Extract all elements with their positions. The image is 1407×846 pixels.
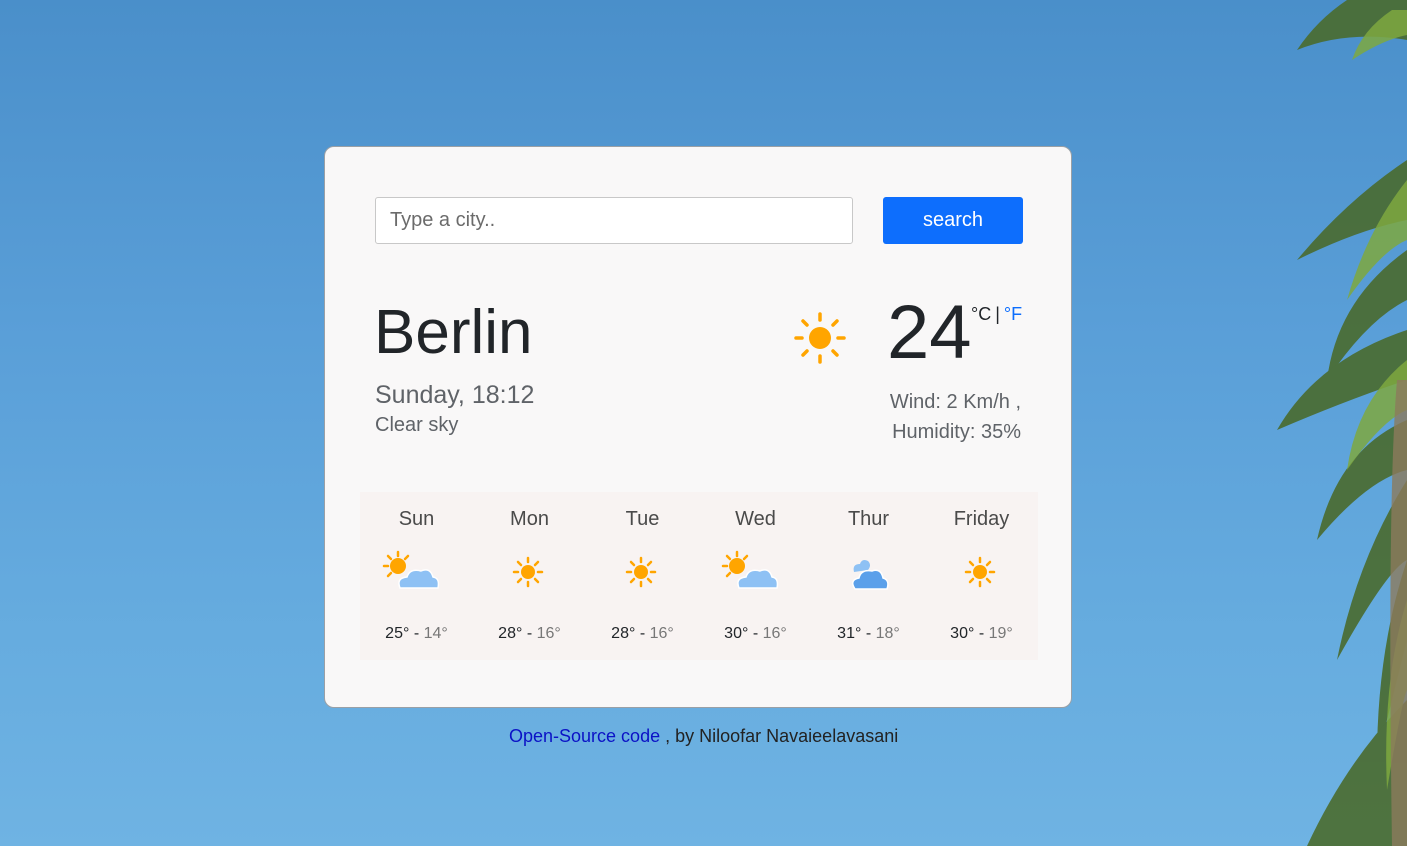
sun-icon <box>964 556 996 588</box>
forecast-row: Sun 25° - 14° Mon 28° - 16° Tue 28° - 16… <box>360 492 1038 660</box>
search-form: search <box>375 197 1023 244</box>
forecast-day: Wed 30° - 16° <box>699 492 812 660</box>
forecast-min: 19° <box>988 625 1013 642</box>
palm-tree-background <box>1277 0 1407 846</box>
forecast-sep: - <box>413 625 420 642</box>
forecast-max: 28° <box>611 625 636 642</box>
forecast-sep: - <box>978 625 985 642</box>
current-temperature: 24 <box>887 290 972 375</box>
fahrenheit-link[interactable]: °F <box>1004 304 1022 324</box>
unit-separator: | <box>995 304 1000 324</box>
forecast-temps: 28° - 16° <box>586 625 699 643</box>
sun-icon <box>794 312 846 364</box>
forecast-min: 16° <box>649 625 674 642</box>
forecast-min: 18° <box>875 625 900 642</box>
forecast-day: Tue 28° - 16° <box>586 492 699 660</box>
humidity: Humidity: 35% <box>892 421 1021 443</box>
forecast-temps: 30° - 19° <box>925 625 1038 643</box>
wind-speed: Wind: 2 Km/h , <box>889 391 1021 413</box>
forecast-sep: - <box>639 625 646 642</box>
forecast-max: 31° <box>837 625 862 642</box>
forecast-day-name: Sun <box>398 508 435 530</box>
forecast-temps: 31° - 18° <box>812 625 925 643</box>
forecast-day: Friday 30° - 19° <box>925 492 1038 660</box>
search-button[interactable]: search <box>883 197 1023 244</box>
forecast-min: 14° <box>423 625 448 642</box>
footer-credit: Open-Source code , by Niloofar Navaieela… <box>509 726 898 747</box>
weather-card: search Berlin Sunday, 18:12 Clear sky 24… <box>324 146 1072 708</box>
forecast-day-name: Thur <box>847 508 890 530</box>
weather-description: Clear sky <box>375 414 459 436</box>
city-search-input[interactable] <box>375 197 853 244</box>
forecast-max: 28° <box>498 625 523 642</box>
forecast-day-name: Tue <box>625 508 660 530</box>
sun-icon <box>512 556 544 588</box>
forecast-min: 16° <box>536 625 561 642</box>
forecast-day: Mon 28° - 16° <box>473 492 586 660</box>
forecast-temps: 25° - 14° <box>360 625 473 643</box>
footer-author: , by Niloofar Navaieelavasani <box>665 726 899 746</box>
open-source-link[interactable]: Open-Source code <box>509 726 660 746</box>
cloud-icon <box>852 560 889 590</box>
forecast-day-name: Mon <box>510 508 549 530</box>
forecast-sep: - <box>752 625 759 642</box>
forecast-temps: 30° - 16° <box>699 625 812 643</box>
sun-icon <box>625 556 657 588</box>
forecast-max: 25° <box>385 625 410 642</box>
forecast-sep: - <box>526 625 533 642</box>
forecast-day: Sun 25° - 14° <box>360 492 473 660</box>
celsius-unit[interactable]: °C <box>971 304 991 324</box>
forecast-day: Thur 31° - 18° <box>812 492 925 660</box>
forecast-temps: 28° - 16° <box>473 625 586 643</box>
unit-toggle: °C | °F <box>971 304 1022 325</box>
sun-behind-cloud-icon <box>382 550 440 589</box>
forecast-max: 30° <box>724 625 749 642</box>
forecast-sep: - <box>865 625 872 642</box>
forecast-min: 16° <box>762 625 787 642</box>
forecast-max: 30° <box>950 625 975 642</box>
current-datetime: Sunday, 18:12 <box>375 381 535 409</box>
forecast-day-name: Friday <box>953 508 1010 530</box>
city-name: Berlin <box>374 298 533 367</box>
forecast-day-name: Wed <box>735 508 776 530</box>
sun-behind-cloud-icon <box>721 550 779 589</box>
